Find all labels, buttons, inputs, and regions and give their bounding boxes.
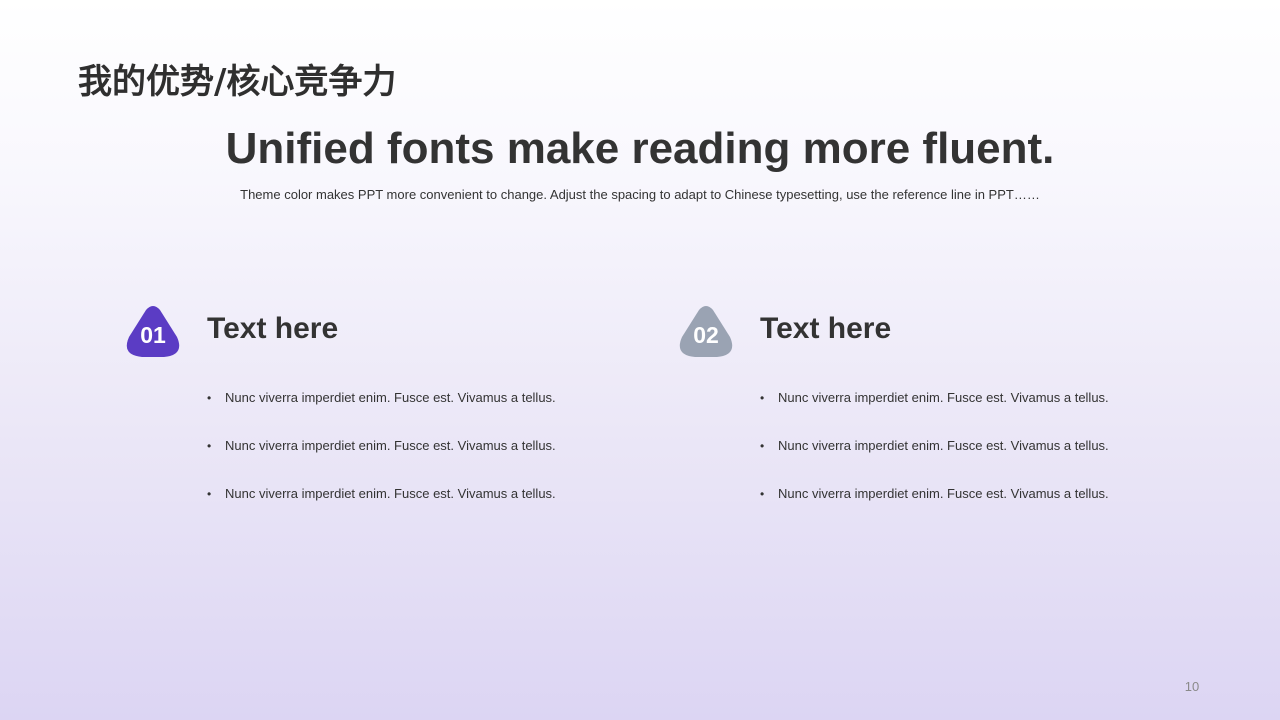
bullet-list: • Nunc viverra imperdiet enim. Fusce est… [207, 387, 556, 531]
badge-number: 01 [140, 322, 166, 348]
feature-column-1: 01 Text here • Nunc viverra imperdiet en… [126, 305, 586, 525]
list-item: • Nunc viverra imperdiet enim. Fusce est… [760, 435, 1109, 483]
bullet-icon: • [760, 487, 765, 501]
list-item: • Nunc viverra imperdiet enim. Fusce est… [760, 387, 1109, 435]
column-heading: Text here [207, 312, 339, 345]
number-badge-1: 01 [126, 305, 180, 358]
list-item-text: Nunc viverra imperdiet enim. Fusce est. … [225, 438, 556, 453]
list-item-text: Nunc viverra imperdiet enim. Fusce est. … [778, 486, 1109, 501]
badge-number: 02 [693, 322, 719, 348]
bullet-icon: • [207, 391, 212, 405]
bullet-icon: • [760, 439, 765, 453]
list-item: • Nunc viverra imperdiet enim. Fusce est… [207, 435, 556, 483]
feature-column-2: 02 Text here • Nunc viverra imperdiet en… [679, 305, 1139, 525]
list-item: • Nunc viverra imperdiet enim. Fusce est… [207, 483, 556, 531]
list-item-text: Nunc viverra imperdiet enim. Fusce est. … [778, 438, 1109, 453]
slide-title: 我的优势/核心竞争力 [78, 62, 397, 102]
bullet-icon: • [207, 439, 212, 453]
subheadline: Theme color makes PPT more convenient to… [240, 187, 1040, 202]
list-item-text: Nunc viverra imperdiet enim. Fusce est. … [225, 486, 556, 501]
headline: Unified fonts make reading more fluent. [225, 124, 1055, 173]
column-heading: Text here [760, 312, 892, 345]
bullet-list: • Nunc viverra imperdiet enim. Fusce est… [760, 387, 1109, 531]
list-item-text: Nunc viverra imperdiet enim. Fusce est. … [225, 390, 556, 405]
bullet-icon: • [207, 487, 212, 501]
list-item: • Nunc viverra imperdiet enim. Fusce est… [207, 387, 556, 435]
page-number: 10 [1184, 679, 1200, 694]
list-item-text: Nunc viverra imperdiet enim. Fusce est. … [778, 390, 1109, 405]
number-badge-2: 02 [679, 305, 733, 358]
list-item: • Nunc viverra imperdiet enim. Fusce est… [760, 483, 1109, 531]
bullet-icon: • [760, 391, 765, 405]
